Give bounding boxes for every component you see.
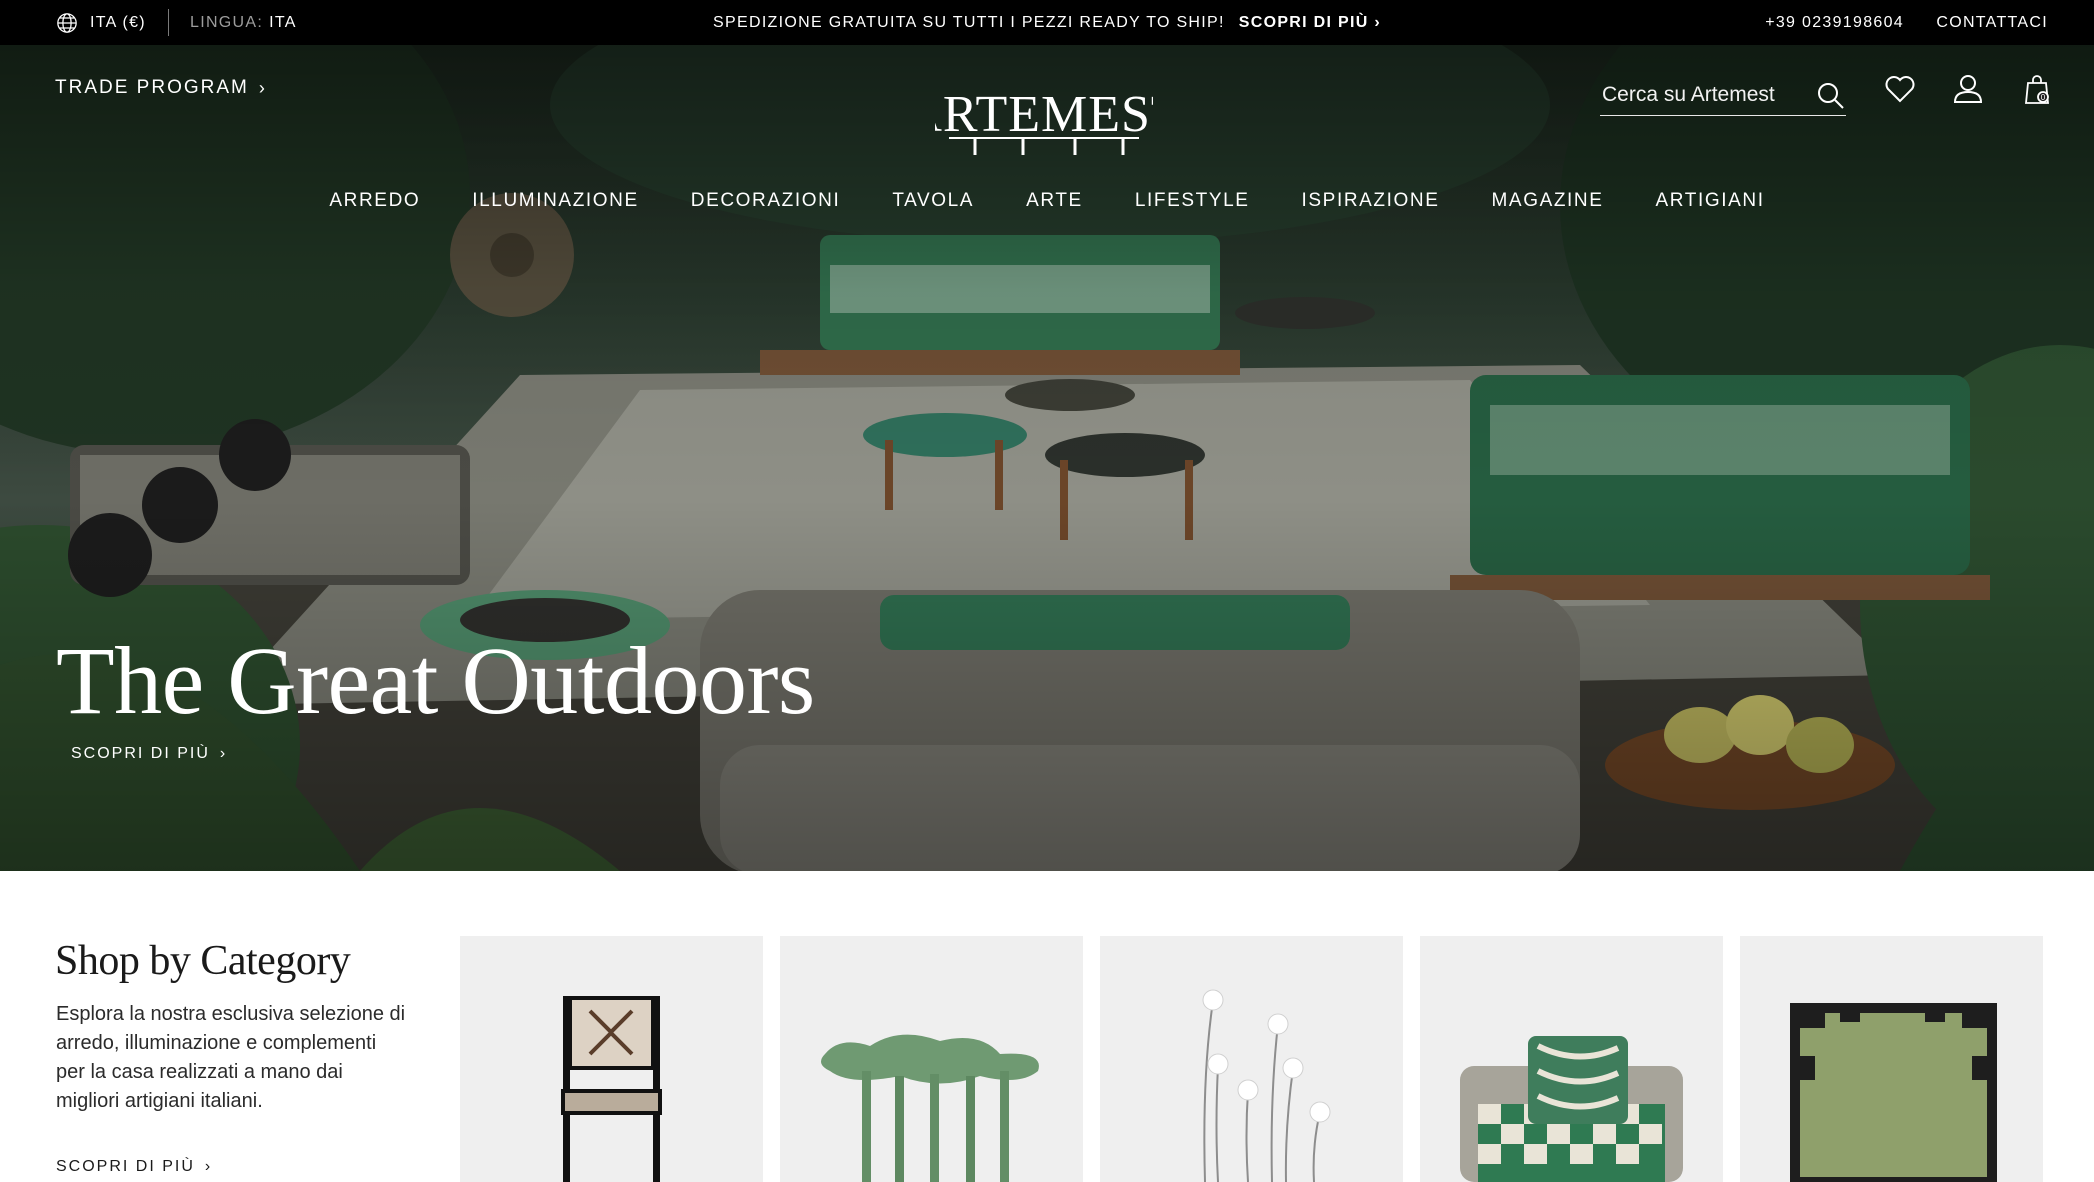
section-description: Esplora la nostra esclusiva selezione di…	[56, 1003, 406, 1112]
nav-item-arte[interactable]: ARTE	[1026, 190, 1083, 212]
announcement-bar: ITA (€) LINGUA: ITA SPEDIZIONE GRATUITA …	[0, 0, 2094, 45]
category-card-rug[interactable]	[1740, 936, 2043, 1182]
search-input[interactable]	[1600, 83, 1812, 107]
main-navigation: ARREDO ILLUMINAZIONE DECORAZIONI TAVOLA …	[0, 190, 2094, 212]
nav-item-illuminazione[interactable]: ILLUMINAZIONE	[472, 190, 639, 212]
table-icon	[821, 1034, 1039, 1182]
category-card-lamp[interactable]	[1100, 936, 1403, 1182]
trade-program-link[interactable]: TRADE PROGRAM ›	[55, 77, 267, 99]
nav-item-ispirazione[interactable]: ISPIRAZIONE	[1302, 190, 1440, 212]
hero-title: The Great Outdoors	[56, 627, 815, 734]
svg-text:ARTEMEST: ARTEMEST	[935, 86, 1153, 143]
section-title: Shop by Category	[55, 938, 351, 984]
nav-item-tavola[interactable]: TAVOLA	[892, 190, 974, 212]
logo-mark: ARTEMEST	[904, 86, 1183, 155]
nav-item-lifestyle[interactable]: LIFESTYLE	[1135, 190, 1250, 212]
artemest-logo[interactable]: ARTEMEST	[904, 73, 1183, 161]
shopping-bag-icon: 0	[2025, 75, 2049, 104]
cart-button[interactable]: 0	[2021, 72, 2055, 106]
nav-item-arredo[interactable]: ARREDO	[329, 190, 420, 212]
wishlist-button[interactable]	[1883, 72, 1917, 106]
chevron-right-icon: ›	[204, 1158, 213, 1175]
hero-cta-link[interactable]: SCOPRI DI PIÙ ›	[71, 745, 227, 763]
category-card-daybed[interactable]	[1420, 936, 1723, 1182]
chevron-right-icon: ›	[219, 745, 228, 762]
phone-link[interactable]: +39 0239198604	[1765, 0, 1904, 45]
category-cta-link[interactable]: SCOPRI DI PIÙ ›	[56, 1158, 212, 1176]
hero-overlay	[0, 45, 2094, 871]
chair-icon	[561, 996, 662, 1182]
search-icon[interactable]	[1816, 81, 1846, 111]
nav-item-artigiani[interactable]: ARTIGIANI	[1656, 190, 1765, 212]
lamp-icon	[1202, 989, 1331, 1182]
svg-text:0: 0	[2041, 93, 2046, 102]
chevron-right-icon: ›	[258, 77, 267, 98]
heart-icon	[1885, 76, 1915, 103]
rug-icon	[1790, 1003, 1997, 1182]
daybed-icon	[1460, 1036, 1683, 1182]
category-card-table[interactable]	[780, 936, 1083, 1182]
account-button[interactable]	[1951, 72, 1985, 106]
contact-link[interactable]: CONTATTACI	[1936, 0, 2048, 45]
category-card-chair[interactable]	[460, 936, 763, 1182]
search-box[interactable]	[1600, 75, 1846, 116]
nav-item-magazine[interactable]: MAGAZINE	[1492, 190, 1604, 212]
hero-banner[interactable]: TRADE PROGRAM› ARTEMEST 0	[0, 45, 2094, 871]
user-icon	[1953, 75, 1983, 103]
promo-link[interactable]: SCOPRI DI PIÙ ›	[1239, 14, 1381, 32]
nav-item-decorazioni[interactable]: DECORAZIONI	[691, 190, 841, 212]
promo-text: SPEDIZIONE GRATUITA SU TUTTI I PEZZI REA…	[713, 13, 1225, 31]
